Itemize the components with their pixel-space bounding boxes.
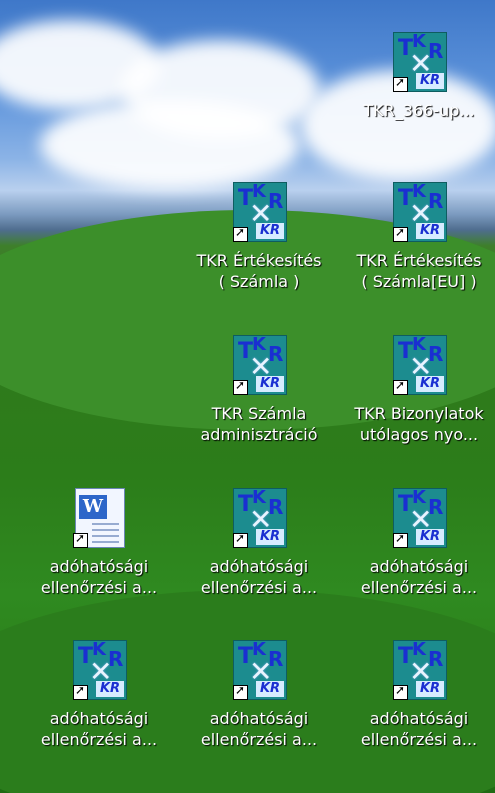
icon-label: ellenőrzési a...	[40, 730, 158, 749]
word-document-icon: W	[67, 486, 131, 550]
icon-label: TKR Értékesítés	[356, 251, 482, 270]
shortcut-arrow-icon	[233, 531, 248, 548]
cloud	[40, 100, 300, 190]
desktop-icon-tkr-szamla-admin[interactable]: TKR✕KR TKR Számla adminisztráció	[178, 333, 340, 445]
desktop-icon-word-doc[interactable]: W adóhatósági ellenőrzési a...	[18, 486, 180, 598]
icon-label: adóhatósági	[369, 709, 469, 728]
icon-label: TKR Bizonylatok	[354, 404, 484, 423]
icon-label: ellenőrzési a...	[200, 578, 318, 597]
tkr-app-icon: T K R ✕ KR	[67, 638, 131, 702]
desktop-icon-adohatosagi[interactable]: TKR✕KR adóhatósági ellenőrzési a...	[338, 638, 495, 750]
desktop-icon-adohatosagi[interactable]: TKR✕KR adóhatósági ellenőrzési a...	[338, 486, 495, 598]
icon-label: ellenőrzési a...	[40, 578, 158, 597]
shortcut-arrow-icon	[393, 225, 408, 242]
icon-label: adóhatósági	[49, 709, 149, 728]
desktop-icon-tkr-ertekesites[interactable]: TKR✕KR TKR Értékesítés ( Számla )	[178, 180, 340, 292]
tkr-app-icon: T K R ✕ KR	[227, 486, 291, 550]
tkr-app-icon: T K R ✕ KR	[227, 333, 291, 397]
shortcut-arrow-icon	[233, 225, 248, 242]
icon-label: ( Számla[EU] )	[361, 272, 477, 291]
tkr-app-icon: T K R ✕ KR	[227, 638, 291, 702]
desktop-icon-adohatosagi[interactable]: TKR✕KR adóhatósági ellenőrzési a...	[18, 638, 180, 750]
tkr-app-icon: T K R ✕ KR	[387, 486, 451, 550]
icon-label: ellenőrzési a...	[360, 730, 478, 749]
shortcut-arrow-icon	[393, 378, 408, 395]
shortcut-arrow-icon	[393, 683, 408, 700]
shortcut-arrow-icon	[393, 75, 408, 92]
icon-label: ellenőrzési a...	[360, 578, 478, 597]
desktop-icon-adohatosagi[interactable]: TKR✕KR adóhatósági ellenőrzési a...	[178, 486, 340, 598]
tkr-app-icon: T K R ✕ KR	[387, 333, 451, 397]
icon-label: adminisztráció	[200, 425, 318, 444]
shortcut-arrow-icon	[73, 683, 88, 700]
desktop-icon-tkr-ertekesites-eu[interactable]: TKR✕KR TKR Értékesítés ( Számla[EU] )	[338, 180, 495, 292]
desktop-icon-tkr-366[interactable]: TKR✕KR TKR_366-up...	[338, 30, 495, 121]
desktop-icon-tkr-bizonylatok[interactable]: TKR✕KR TKR Bizonylatok utólagos nyo...	[338, 333, 495, 445]
desktop[interactable]: TKR✕KR TKR_366-up... TKR✕KR TKR Értékesí…	[0, 0, 495, 793]
icon-label: adóhatósági	[209, 709, 309, 728]
icon-label: adóhatósági	[49, 557, 149, 576]
shortcut-arrow-icon	[393, 531, 408, 548]
icon-label: TKR Értékesítés	[196, 251, 322, 270]
icon-label: TKR_366-up...	[363, 101, 475, 120]
icon-label: ellenőrzési a...	[200, 730, 318, 749]
shortcut-arrow-icon	[233, 683, 248, 700]
shortcut-arrow-icon	[73, 531, 88, 548]
shortcut-arrow-icon	[233, 378, 248, 395]
tkr-app-icon: T K R ✕ KR	[387, 180, 451, 244]
icon-label: TKR Számla	[211, 404, 307, 423]
icon-label: ( Számla )	[218, 272, 300, 291]
tkr-app-icon: T K R ✕ KR	[387, 638, 451, 702]
tkr-app-icon: T K R ✕ KR	[387, 30, 451, 94]
icon-label: adóhatósági	[369, 557, 469, 576]
tkr-app-icon: T K R ✕ KR	[227, 180, 291, 244]
icon-label: adóhatósági	[209, 557, 309, 576]
icon-label: utólagos nyo...	[359, 425, 479, 444]
desktop-icon-adohatosagi[interactable]: TKR✕KR adóhatósági ellenőrzési a...	[178, 638, 340, 750]
